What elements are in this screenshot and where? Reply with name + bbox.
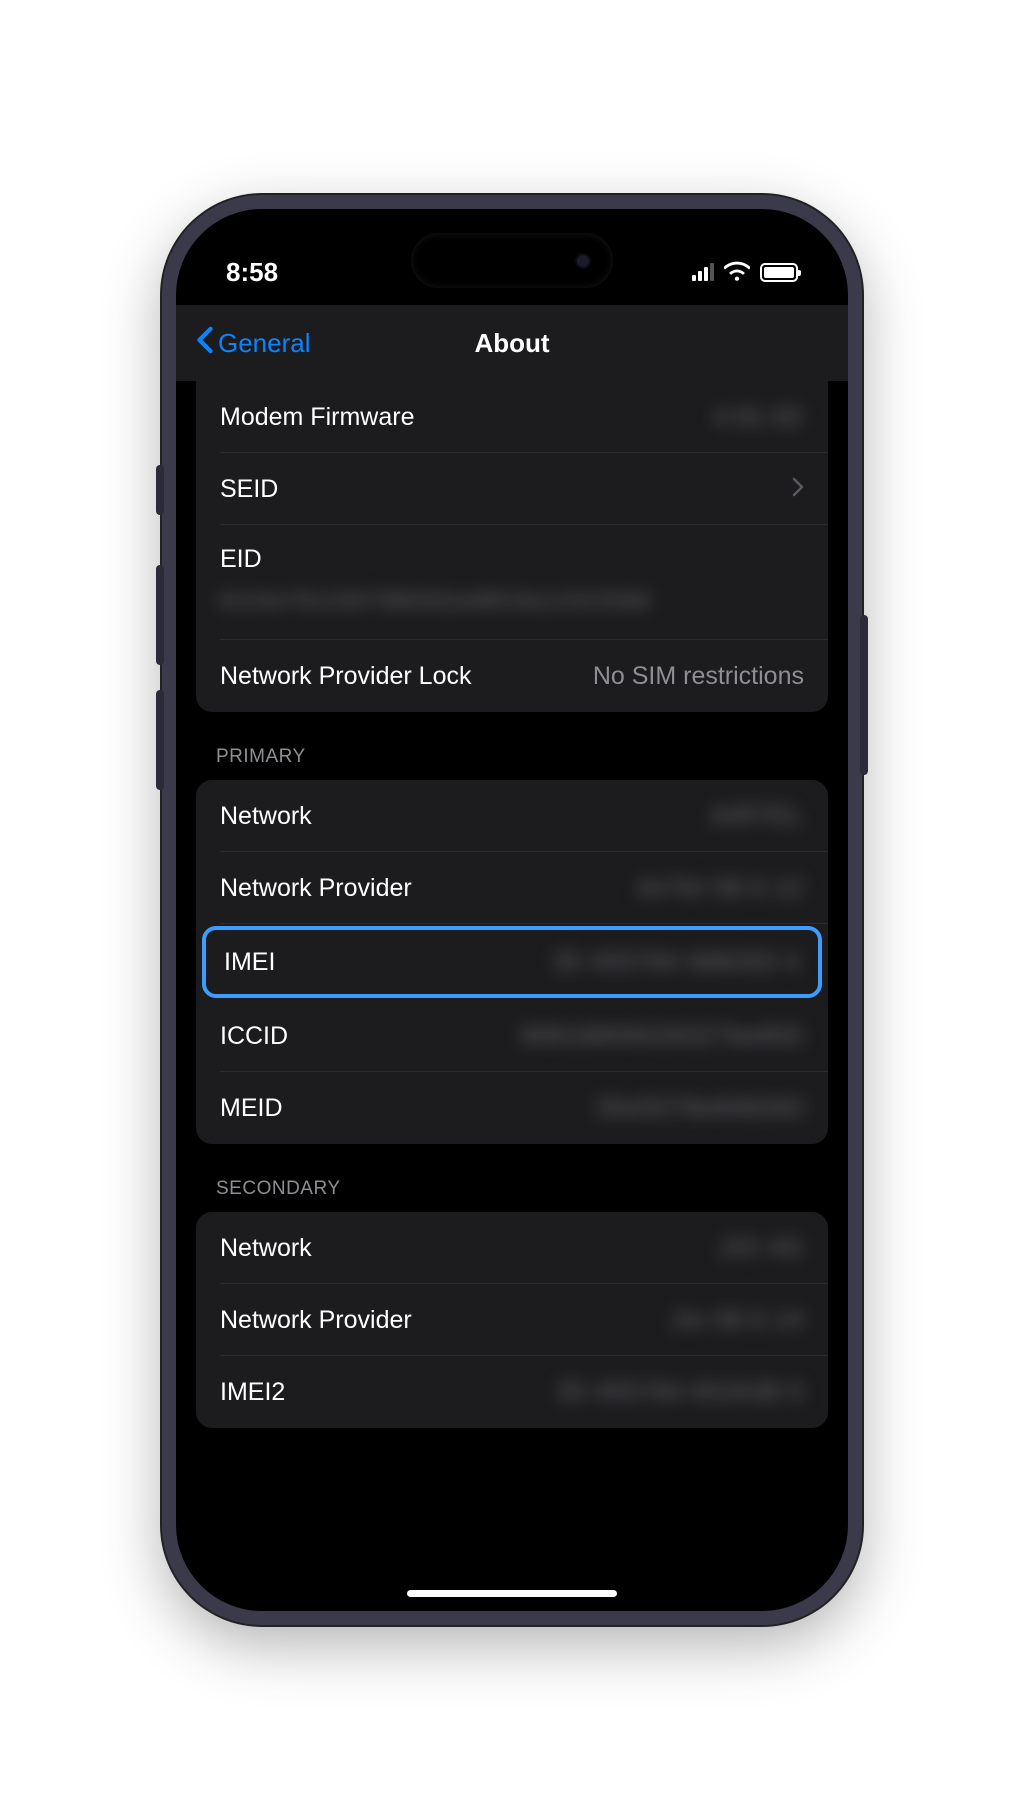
row-value: 4.81.82 [714, 403, 804, 432]
row-label: Modem Firmware [220, 403, 414, 432]
row-value: 35 455784 653438 5 [557, 1378, 804, 1407]
row-label: Network Provider [220, 1306, 412, 1335]
row-network-provider-lock[interactable]: Network Provider Lock No SIM restriction… [196, 640, 828, 712]
silence-switch [156, 465, 164, 515]
row-primary-network-provider[interactable]: Network Provider AirTel 58.5.12 [196, 852, 828, 924]
row-value: 35e5578e668283 [595, 1094, 804, 1123]
row-value: AirTel 58.5.12 [637, 874, 804, 903]
row-label: ICCID [220, 1022, 288, 1051]
row-value: JIO 4G [719, 1234, 804, 1263]
chevron-left-icon [196, 326, 214, 361]
row-label: Network [220, 1234, 312, 1263]
section-device-info: Modem Firmware 4.81.82 SEID EID 8104e781… [196, 381, 828, 712]
row-label: Network [220, 802, 312, 831]
home-indicator[interactable] [407, 1590, 617, 1597]
row-primary-meid[interactable]: MEID 35e5578e668283 [196, 1072, 828, 1144]
row-label: Network Provider Lock [220, 662, 471, 691]
page-title: About [474, 328, 549, 359]
power-button [860, 615, 868, 775]
section-header-primary: PRIMARY [176, 712, 848, 780]
row-secondary-network[interactable]: Network JIO 4G [196, 1212, 828, 1284]
camera-icon [575, 253, 591, 269]
row-value: Jio 58.5.14 [671, 1306, 804, 1335]
row-label: Network Provider [220, 874, 412, 903]
row-value: 89918809428327be855 [521, 1022, 804, 1051]
row-secondary-network-provider[interactable]: Network Provider Jio 58.5.14 [196, 1284, 828, 1356]
chevron-right-icon [792, 477, 804, 502]
navigation-bar: General About [176, 305, 848, 381]
row-label: SEID [220, 475, 278, 504]
row-label: MEID [220, 1094, 283, 1123]
phone-frame: 8:58 General About [162, 195, 862, 1625]
section-primary: Network AIRTEL Network Provider AirTel 5… [196, 780, 828, 1144]
row-primary-network[interactable]: Network AIRTEL [196, 780, 828, 852]
wifi-icon [724, 257, 750, 288]
row-eid[interactable]: EID 8104e7813367986582e88f18a13323588 [196, 525, 828, 640]
dynamic-island [411, 233, 613, 288]
status-icons [692, 257, 798, 288]
row-primary-imei[interactable]: IMEI 35 455784 668283 4 [202, 926, 822, 998]
row-seid[interactable]: SEID [196, 453, 828, 525]
row-modem-firmware[interactable]: Modem Firmware 4.81.82 [196, 381, 828, 453]
row-secondary-imei2[interactable]: IMEI2 35 455784 653438 5 [196, 1356, 828, 1428]
row-label: EID [220, 545, 262, 574]
section-secondary: Network JIO 4G Network Provider Jio 58.5… [196, 1212, 828, 1428]
dual-signal-icon [692, 263, 714, 281]
content-scroll[interactable]: Modem Firmware 4.81.82 SEID EID 8104e781… [176, 381, 848, 1611]
status-time: 8:58 [226, 257, 278, 288]
battery-icon [760, 263, 798, 282]
row-value: 8104e7813367986582e88f18a13323588 [220, 588, 804, 614]
volume-up-button [156, 565, 164, 665]
row-value: 35 455784 668283 4 [553, 948, 800, 977]
row-label: IMEI2 [220, 1378, 285, 1407]
back-label: General [218, 328, 311, 359]
volume-down-button [156, 690, 164, 790]
row-primary-iccid[interactable]: ICCID 89918809428327be855 [196, 1000, 828, 1072]
row-value: AIRTEL [711, 802, 804, 831]
row-value: No SIM restrictions [593, 662, 804, 691]
row-label: IMEI [224, 948, 275, 977]
back-button[interactable]: General [196, 326, 311, 361]
section-header-secondary: SECONDARY [176, 1144, 848, 1212]
screen: 8:58 General About [176, 209, 848, 1611]
